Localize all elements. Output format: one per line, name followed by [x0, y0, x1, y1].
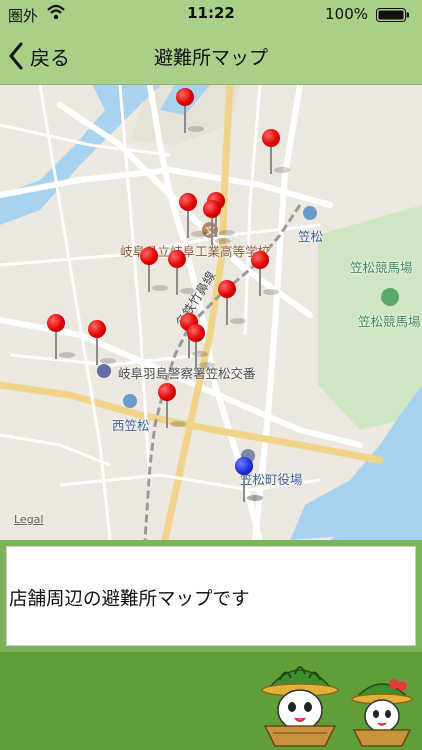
shelter-pin[interactable]: [187, 324, 215, 370]
shelter-pin[interactable]: [168, 250, 196, 296]
chevron-left-icon: [9, 42, 23, 70]
shelter-pin[interactable]: [47, 314, 75, 360]
back-button[interactable]: 戻る: [8, 40, 70, 72]
footer: [0, 652, 422, 750]
info-text: 店舗周辺の避難所マップです: [9, 589, 250, 610]
shelter-pin[interactable]: [251, 251, 279, 297]
shelter-pin[interactable]: [158, 383, 186, 429]
map-label-racecourse: 笠松競馬場: [358, 314, 421, 329]
battery-icon: [376, 8, 409, 22]
back-label: 戻る: [30, 45, 70, 70]
mascot-character-small: [351, 679, 413, 747]
legal-link[interactable]: Legal: [14, 513, 43, 526]
shelter-pin[interactable]: [262, 129, 290, 175]
map-label-nishi-kasamatsu: 西笠松: [112, 418, 150, 433]
shelter-pin[interactable]: [179, 193, 207, 239]
navigation-bar: 戻る 避難所マップ: [0, 28, 422, 85]
status-bar: 圏外 11:22 100%: [0, 0, 422, 28]
shelter-pin[interactable]: [218, 280, 246, 326]
shelter-pin[interactable]: [88, 320, 116, 366]
map-label-kasamatsu-station: 笠松: [298, 229, 324, 244]
shelter-pin[interactable]: [140, 247, 168, 293]
info-panel: 店舗周辺の避難所マップです: [6, 546, 416, 646]
map-label-racecourse-area: 笠松競馬場: [350, 260, 413, 275]
mascot-character-large: [261, 666, 339, 747]
battery-percent: 100%: [325, 5, 368, 23]
map-view[interactable]: 文 岐阜県立岐阜工業高等学校 名鉄竹鼻線 笠松 笠松競馬場 笠松競馬場 岐阜羽島…: [0, 85, 422, 540]
current-location-pin[interactable]: [235, 457, 263, 503]
shelter-pin[interactable]: [176, 88, 204, 134]
shelter-pin[interactable]: [203, 200, 231, 246]
